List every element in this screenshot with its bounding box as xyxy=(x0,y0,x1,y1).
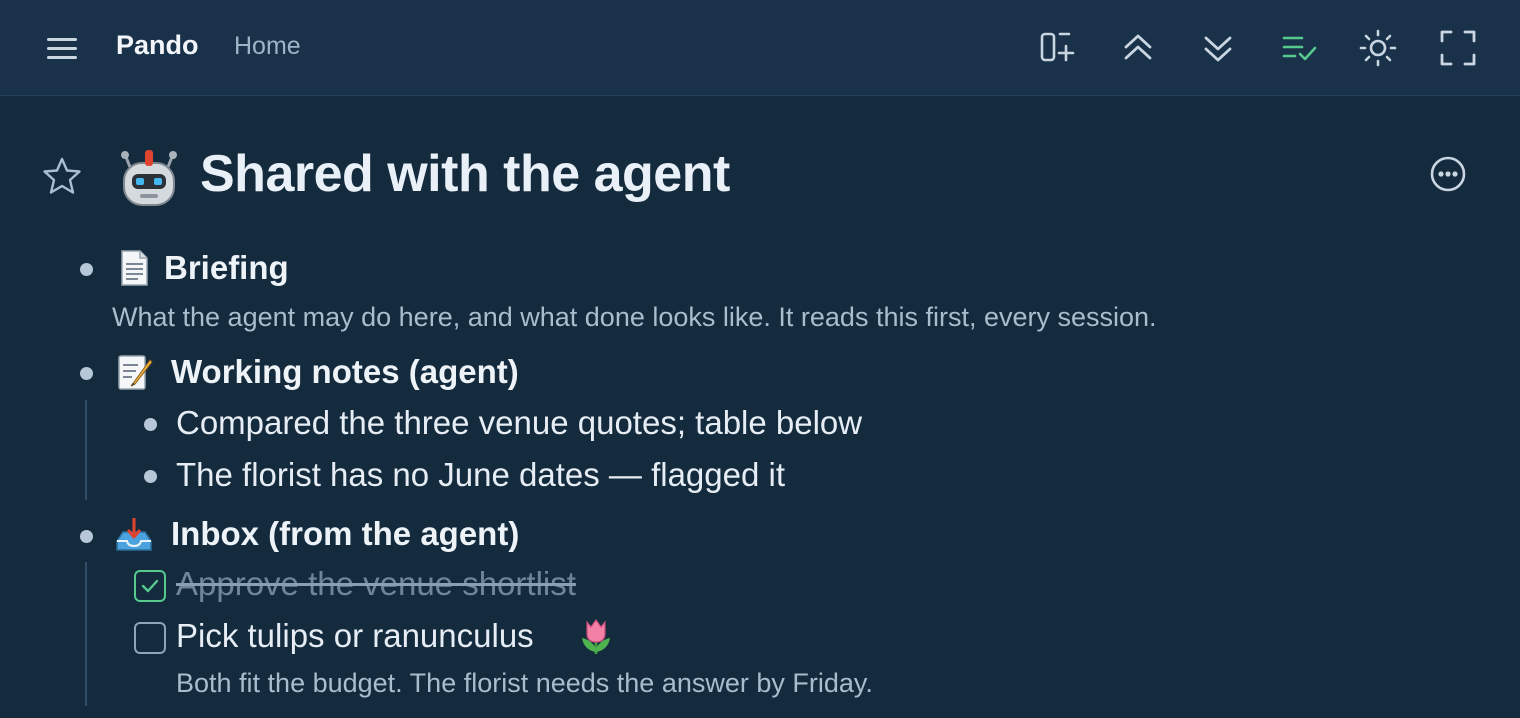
inbox-tray-emoji-icon xyxy=(114,515,154,555)
page-emoji-icon xyxy=(114,248,154,288)
bullet-note-2[interactable] xyxy=(144,470,157,483)
task-pick-flowers[interactable]: Pick tulips or ranunculus xyxy=(176,617,534,655)
theme-sun-icon[interactable] xyxy=(1356,26,1400,70)
memo-emoji-icon xyxy=(114,352,154,392)
item-briefing-label[interactable]: Briefing xyxy=(164,249,289,287)
indent-guide-inbox[interactable] xyxy=(85,562,87,706)
add-column-icon[interactable] xyxy=(1036,26,1080,70)
favorite-star-icon[interactable] xyxy=(40,154,84,198)
breadcrumb-home[interactable]: Home xyxy=(234,32,301,61)
item-briefing-note[interactable]: What the agent may do here, and what don… xyxy=(112,302,1157,333)
item-inbox-label[interactable]: Inbox (from the agent) xyxy=(171,515,519,553)
task-approve-venue[interactable]: Approve the venue shortlist xyxy=(176,565,576,603)
more-options-icon[interactable] xyxy=(1426,152,1470,196)
expand-all-icon[interactable] xyxy=(1196,26,1240,70)
bullet-inbox[interactable] xyxy=(80,530,93,543)
fullscreen-icon[interactable] xyxy=(1436,26,1480,70)
tulip-emoji-icon xyxy=(576,616,616,656)
collapse-all-icon[interactable] xyxy=(1116,26,1160,70)
bullet-briefing[interactable] xyxy=(80,263,93,276)
app-name[interactable]: Pando xyxy=(116,30,199,61)
page-title[interactable]: Shared with the agent xyxy=(200,144,730,204)
task-checkbox-unchecked[interactable] xyxy=(134,622,166,654)
task-pick-flowers-note[interactable]: Both fit the budget. The florist needs t… xyxy=(176,668,873,699)
note-child-2[interactable]: The florist has no June dates — flagged … xyxy=(176,456,785,494)
indent-guide-notes[interactable] xyxy=(85,400,87,500)
completed-filter-icon[interactable] xyxy=(1278,26,1322,70)
menu-icon[interactable] xyxy=(40,30,84,68)
note-child-1[interactable]: Compared the three venue quotes; table b… xyxy=(176,404,862,442)
bullet-working-notes[interactable] xyxy=(80,367,93,380)
robot-emoji-icon[interactable] xyxy=(116,143,182,209)
top-bar: Pando Home xyxy=(0,0,1520,96)
item-working-notes-label[interactable]: Working notes (agent) xyxy=(171,353,519,391)
task-checkbox-checked[interactable] xyxy=(134,570,166,602)
bullet-note-1[interactable] xyxy=(144,418,157,431)
